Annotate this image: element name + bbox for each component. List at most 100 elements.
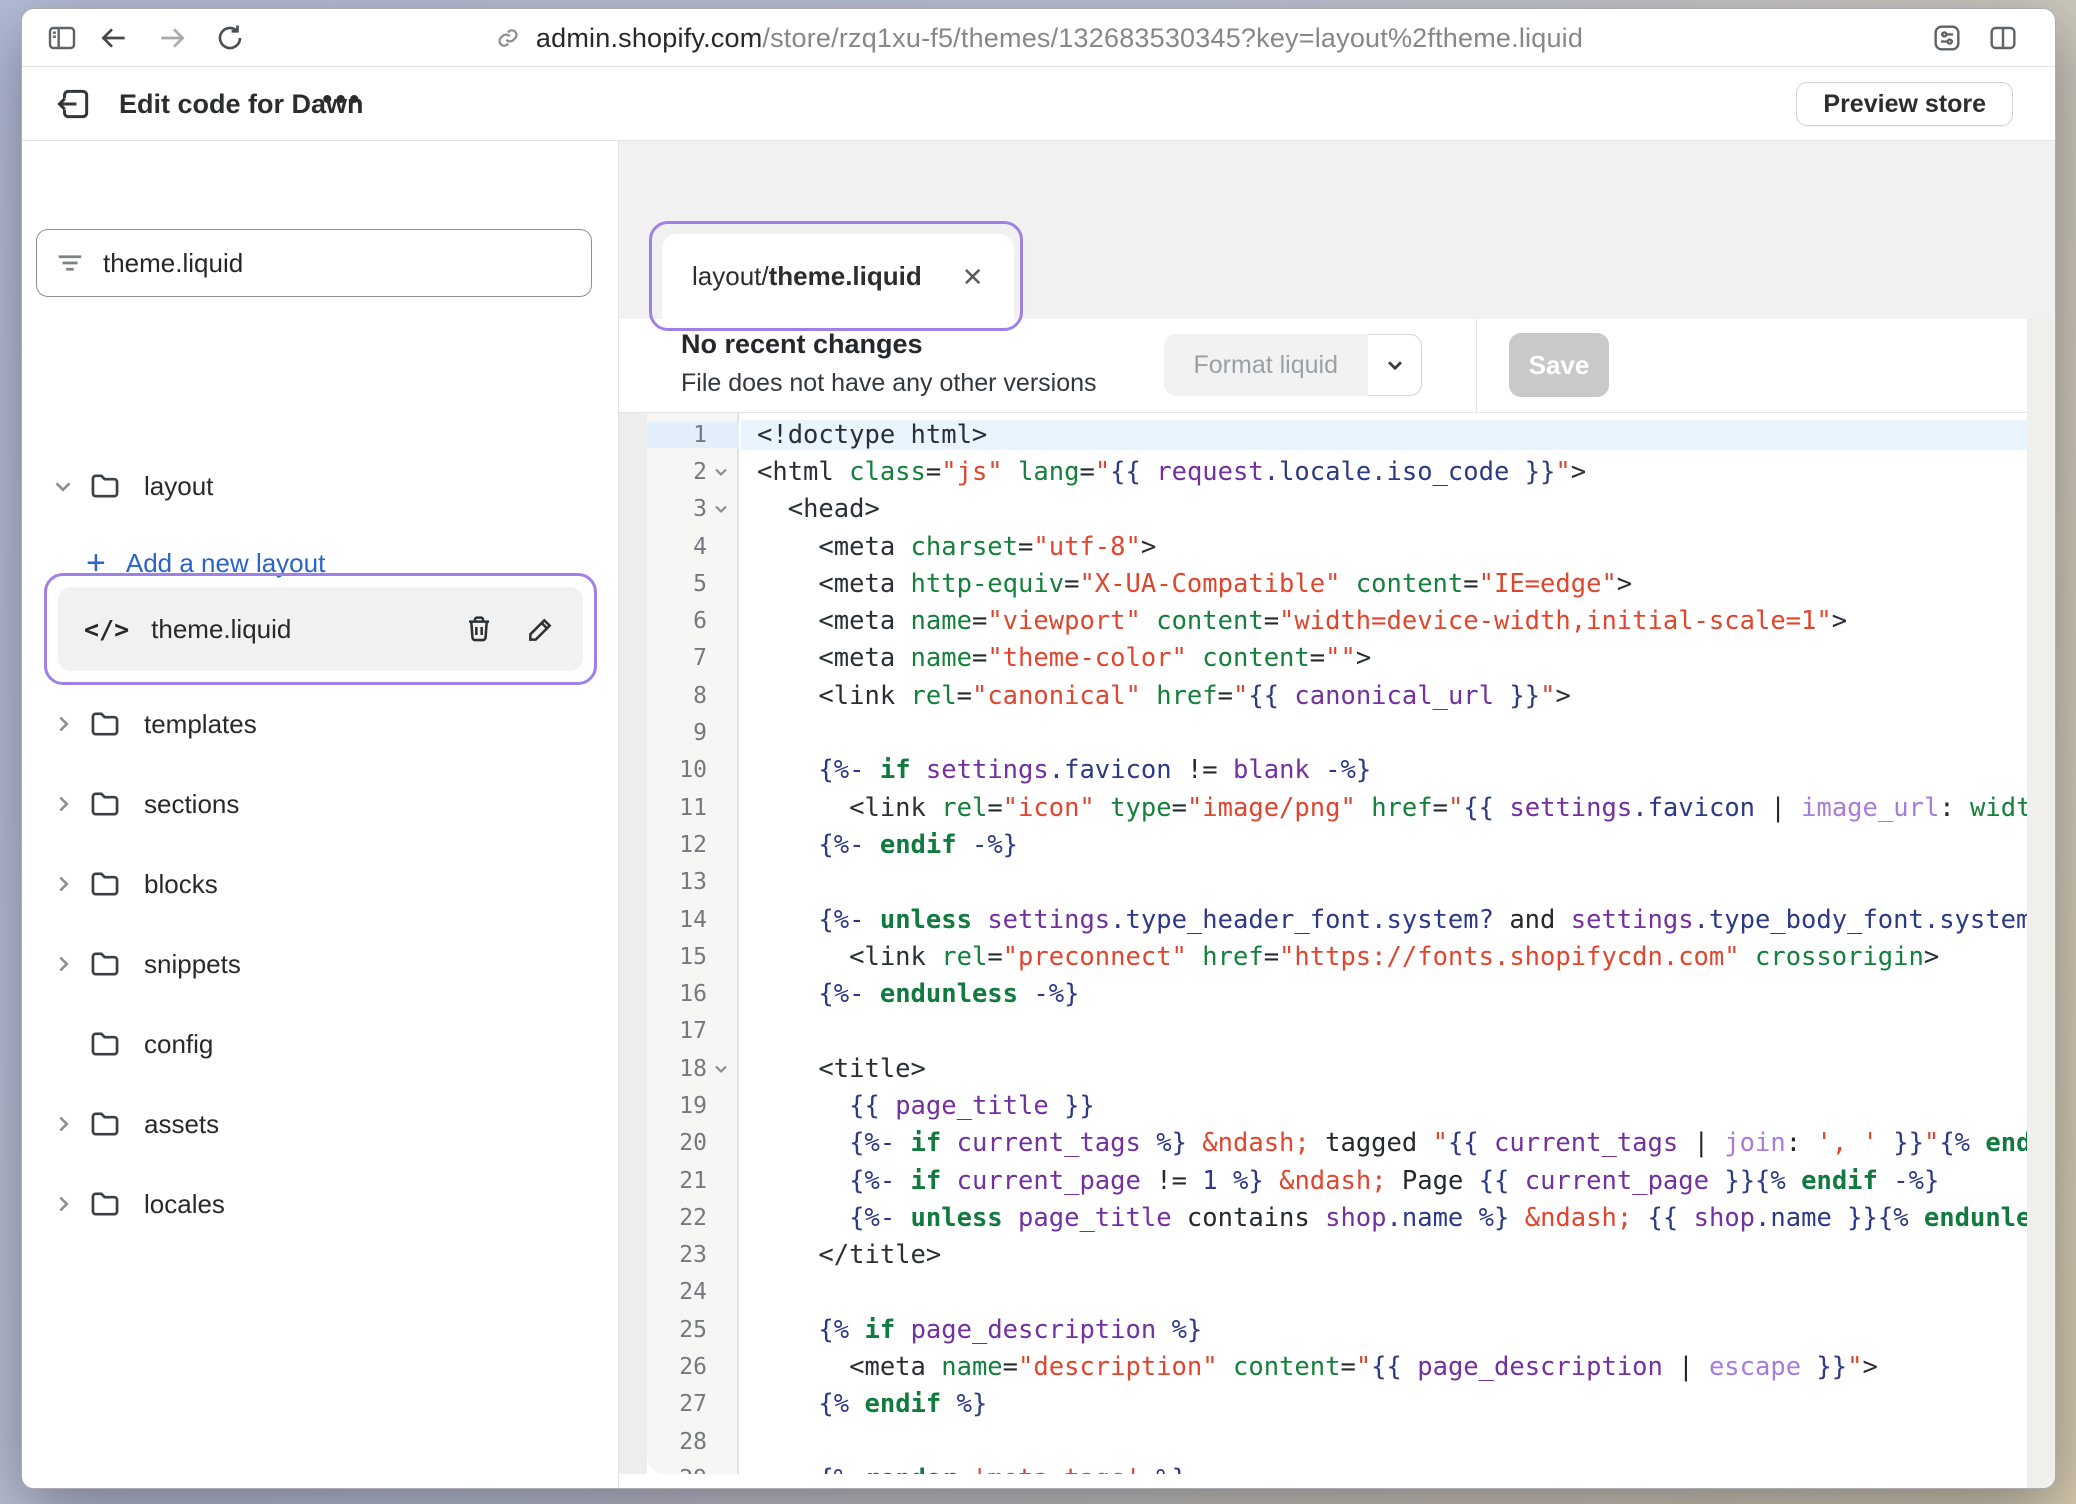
tab-theme-liquid[interactable]: layout/theme.liquid ✕ [662,234,1014,319]
line-number: 7 [647,645,739,671]
sidebar-item-label: layout [144,471,213,502]
chevron-right-icon[interactable] [50,791,76,817]
code-line[interactable]: 26 <meta name="description" content="{{ … [647,1348,2027,1385]
code-line[interactable]: 15 <link rel="preconnect" href="https://… [647,938,2027,975]
chevron-right-icon[interactable] [50,951,76,977]
code-line-text: {{ page_title }} [741,1091,2027,1121]
search-input[interactable] [101,247,573,280]
chevron-right-icon[interactable] [50,1191,76,1217]
code-line[interactable]: 16 {%- endunless -%} [647,975,2027,1012]
code-line[interactable]: 25 {% if page_description %} [647,1311,2027,1348]
code-line[interactable]: 13 [647,864,2027,901]
code-line[interactable]: 22 {%- unless page_title contains shop.n… [647,1199,2027,1236]
code-line-text: <link rel="preconnect" href="https://fon… [741,942,2027,972]
code-line[interactable]: 5 <meta http-equiv="X-UA-Compatible" con… [647,565,2027,602]
line-number: 26 [647,1354,739,1380]
folder-icon [88,707,122,741]
close-icon[interactable]: ✕ [962,264,984,290]
code-line[interactable]: 23 </title> [647,1237,2027,1274]
url-text: admin.shopify.com/store/rzq1xu-f5/themes… [536,23,1583,54]
code-line[interactable]: 24 [647,1274,2027,1311]
code-line[interactable]: 7 <meta name="theme-color" content=""> [647,640,2027,677]
sidebar-item-label: snippets [144,949,241,980]
chevron-right-icon[interactable] [50,711,76,737]
code-line[interactable]: 9 [647,714,2027,751]
file-search-box[interactable] [36,229,592,297]
line-number: 27 [647,1391,739,1417]
sidebar-item-templates[interactable]: templates [22,696,618,752]
chevron-right-icon[interactable] [50,871,76,897]
main-panel: layout/theme.liquid ✕ No recent changes … [619,141,2055,1488]
sidebar-item-snippets[interactable]: snippets [22,936,618,992]
status-title: No recent changes [681,329,923,360]
sidebar-item-theme-liquid[interactable]: </> theme.liquid [58,587,583,671]
code-line[interactable]: 4 <meta charset="utf-8"> [647,528,2027,565]
scrollbar-track[interactable] [2027,319,2055,1488]
folder-icon [88,787,122,821]
code-line[interactable]: 17 [647,1013,2027,1050]
delete-file-button[interactable] [463,613,495,645]
format-liquid-button[interactable]: Format liquid [1164,334,1369,396]
editor-left-gap [619,413,647,1474]
exit-icon [55,85,93,123]
link-icon [494,24,522,52]
folder-icon [88,469,122,503]
code-line-text: {% endif %} [741,1389,2027,1419]
code-line[interactable]: 28 [647,1423,2027,1460]
code-line[interactable]: 3 <head> [647,491,2027,528]
code-line[interactable]: 27 {% endif %} [647,1386,2027,1423]
sidebar-item-layout[interactable]: layout [22,458,618,514]
code-line[interactable]: 29 {% render 'meta-tags' %} [647,1460,2027,1474]
filter-icon [55,248,85,278]
code-line[interactable]: 20 {%- if current_tags %} &ndash; tagged… [647,1125,2027,1162]
code-line-text: <meta name="description" content="{{ pag… [741,1352,2027,1382]
editor-toolbar: No recent changes File does not have any… [619,319,2055,413]
code-line[interactable]: 6 <meta name="viewport" content="width=d… [647,602,2027,639]
pencil-icon [525,613,557,645]
sidebar-item-locales[interactable]: locales [22,1176,618,1232]
line-number: 17 [647,1018,739,1044]
line-number: 2 [647,459,739,485]
sidebar-item-sections[interactable]: sections [22,776,618,832]
more-menu-button[interactable]: ••• [322,81,363,119]
code-line[interactable]: 10 {%- if settings.favicon != blank -%} [647,752,2027,789]
url-bar[interactable]: admin.shopify.com/store/rzq1xu-f5/themes… [22,9,2055,67]
sidebar: layout + Add a new layout </> theme.liqu… [22,141,619,1488]
code-line[interactable]: 12 {%- endif -%} [647,826,2027,863]
code-line[interactable]: 14 {%- unless settings.type_header_font.… [647,901,2027,938]
line-number: 16 [647,981,739,1007]
code-line[interactable]: 18 <title> [647,1050,2027,1087]
chevron-down-icon[interactable] [50,473,76,499]
save-button[interactable]: Save [1509,333,1609,397]
chevron-right-icon[interactable] [50,1111,76,1137]
sidebar-item-blocks[interactable]: blocks [22,856,618,912]
sidebar-item-assets[interactable]: assets [22,1096,618,1152]
code-line[interactable]: 1<!doctype html> [647,416,2027,453]
sidebar-item-label: sections [144,789,239,820]
fold-toggle-icon[interactable] [709,497,733,521]
folder-icon [88,1027,122,1061]
exit-editor-button[interactable] [55,85,93,123]
fold-toggle-icon[interactable] [709,1057,733,1081]
code-line[interactable]: 8 <link rel="canonical" href="{{ canonic… [647,677,2027,714]
preview-store-button[interactable]: Preview store [1796,82,2013,126]
page-settings-icon[interactable] [1931,22,1963,54]
folder-icon [88,867,122,901]
rename-file-button[interactable] [525,613,557,645]
code-line[interactable]: 19 {{ page_title }} [647,1087,2027,1124]
code-line-text: <link rel="icon" type="image/png" href="… [741,793,2027,823]
code-editor[interactable]: 1<!doctype html>2<html class="js" lang="… [619,413,2055,1474]
code-line[interactable]: 21 {%- if current_page != 1 %} &ndash; P… [647,1162,2027,1199]
tab-label: layout/theme.liquid [692,261,922,292]
line-number: 29 [647,1466,739,1474]
add-new-layout-button[interactable]: + Add a new layout [86,537,325,589]
format-liquid-caret-button[interactable] [1368,334,1422,396]
code-line[interactable]: 11 <link rel="icon" type="image/png" hre… [647,789,2027,826]
code-line[interactable]: 2<html class="js" lang="{{ request.local… [647,453,2027,490]
format-liquid-group: Format liquid [1164,334,1423,396]
sidebar-item-config[interactable]: config [22,1016,618,1072]
folder-icon [88,1107,122,1141]
split-view-icon[interactable] [1987,22,2019,54]
line-number: 15 [647,944,739,970]
fold-toggle-icon[interactable] [709,460,733,484]
